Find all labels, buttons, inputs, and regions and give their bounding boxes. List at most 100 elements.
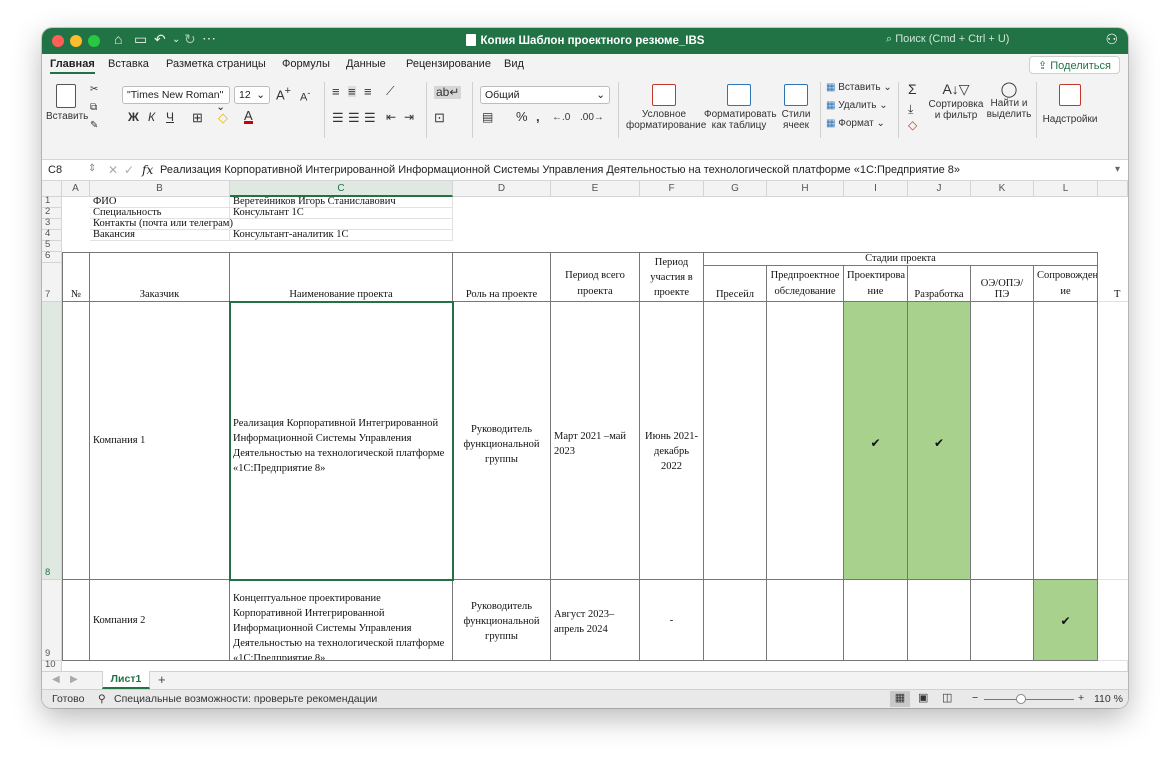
header-stages-cell[interactable]: Стадии проекта [704,252,1098,266]
account-icon[interactable]: ⚇ [1105,31,1118,48]
tab-page-layout[interactable]: Разметка страницы [166,58,266,70]
column-header-m[interactable] [1098,181,1128,197]
row-header-9[interactable]: 9 [42,580,62,661]
insert-cells-button[interactable]: ▦ Вставить ⌄ [826,82,892,93]
addins-button[interactable]: Надстройки [1040,84,1100,125]
comma-icon[interactable]: , [536,110,540,123]
font-color-icon[interactable]: A [244,109,253,124]
column-header-e[interactable]: E [551,181,640,197]
vacancy-value-cell[interactable]: Консультант-аналитик 1С [230,230,453,241]
header-design-cell[interactable]: Проектирова ние [844,266,908,302]
project-1-role-cell[interactable]: Руководитель функциональной группы [453,302,551,580]
project-1-oe-cell[interactable] [971,302,1034,580]
bold-button[interactable]: Ж [128,111,139,123]
header-oe-cell[interactable]: ОЭ/ОПЭ/ПЭ [971,266,1034,302]
row-header-6[interactable]: 6 [42,250,62,263]
zoom-slider-track[interactable] [984,699,1074,700]
decrease-indent-icon[interactable]: ⇤ [386,111,396,123]
accessibility-icon[interactable]: ⚲ [98,693,106,705]
name-box[interactable]: C8 [48,164,62,176]
project-2-role-cell[interactable]: Руководитель функциональной группы [453,580,551,661]
autosum-icon[interactable]: Σ [908,82,917,96]
conditional-formatting-button[interactable]: Условное форматирование [626,84,706,131]
column-header-k[interactable]: K [971,181,1034,197]
function-icon[interactable]: fx [142,163,153,177]
copy-icon[interactable]: ⧉ [90,102,97,113]
zoom-in-button[interactable]: + [1078,692,1084,704]
vacancy-label-cell[interactable]: Вакансия [90,230,230,241]
increase-decimal-icon[interactable]: ←.0 [552,112,570,123]
header-next-cell[interactable]: Т [1098,266,1128,302]
header-period-total-cell[interactable]: Период всего проекта [551,252,640,302]
contacts-label-cell[interactable]: Контакты (почта или телеграм) [90,218,233,230]
align-center-icon[interactable]: ☰ [348,111,360,124]
project-1-design-cell[interactable]: ✔ [844,302,908,580]
underline-button[interactable]: Ч [166,111,174,123]
format-cells-button[interactable]: ▦ Формат ⌄ [826,118,885,129]
project-1-period-total-cell[interactable]: Март 2021 –май 2023 [551,302,640,580]
find-select-button[interactable]: ◯ Найти и выделить [984,82,1034,120]
project-2-period-part-cell[interactable]: - [640,580,704,661]
header-development-cell[interactable]: Разработка [908,266,971,302]
increase-indent-icon[interactable]: ⇥ [404,111,414,123]
scroll-right-icon[interactable]: ▶ [70,674,78,685]
fill-icon[interactable]: ⤓ [908,103,913,115]
cell-styles-button[interactable]: Стили ячеек [776,84,816,131]
project-1-preproject-cell[interactable] [767,302,844,580]
column-header-b[interactable]: B [90,181,230,197]
project-2-presale-cell[interactable] [704,580,767,661]
header-preproject-cell[interactable]: Предпроектное обследование [767,266,844,302]
header-customer-cell[interactable]: Заказчик [90,252,230,302]
zoom-slider-handle[interactable] [1016,694,1026,704]
align-middle-icon[interactable]: ≡ [348,85,356,98]
font-name-select[interactable]: "Times New Roman" ⌄ [122,86,230,113]
project-1-period-part-cell[interactable]: Июнь 2021- декабрь 2022 [640,302,704,580]
project-2-period-total-cell[interactable]: Август 2023–апрель 2024 [551,580,640,661]
italic-button[interactable]: К [148,111,155,123]
format-as-table-button[interactable]: Форматировать как таблицу [704,84,777,131]
orientation-icon[interactable]: ⟋ [386,85,394,97]
row-header-7[interactable]: 7 [42,263,62,302]
header-role-cell[interactable]: Роль на проекте [453,252,551,302]
project-1-name-cell[interactable]: Реализация Корпоративной Интегрированной… [229,301,454,581]
header-project-cell[interactable]: Наименование проекта [230,252,453,302]
project-2-development-cell[interactable] [908,580,971,661]
project-2-customer-cell[interactable]: Компания 2 [90,580,230,661]
decrease-font-icon[interactable]: A- [300,88,310,104]
search-box[interactable]: ⌕ Поиск (Cmd + Ctrl + U) [886,33,1046,49]
currency-icon[interactable]: ▤ [482,111,493,123]
sheet-tab-list1[interactable]: Лист1 [102,671,150,689]
project-2-num-cell[interactable] [62,580,90,661]
column-header-c[interactable]: C [230,181,453,197]
name-box-stepper-icon[interactable]: ⇕ [88,163,96,174]
project-1-presale-cell[interactable] [704,302,767,580]
share-button[interactable]: ⇪ Поделиться [1028,56,1120,74]
expand-formula-icon[interactable]: ▾ [1115,164,1120,175]
header-support-cell[interactable]: Сопровожден ие [1034,266,1098,302]
empty-row-10[interactable] [62,661,1128,671]
delete-cells-button[interactable]: ▦ Удалить ⌄ [826,100,888,111]
column-header-h[interactable]: H [767,181,844,197]
scroll-left-icon[interactable]: ◀ [52,674,60,685]
project-2-preproject-cell[interactable] [767,580,844,661]
project-2-design-cell[interactable] [844,580,908,661]
project-2-oe-cell[interactable] [971,580,1034,661]
confirm-icon[interactable]: ✓ [124,163,134,177]
zoom-level[interactable]: 110 % [1094,693,1123,705]
contacts-value-cell[interactable] [230,219,453,230]
cancel-icon[interactable]: ✕ [108,163,118,177]
percent-button[interactable]: % [516,110,528,123]
project-1-next-cell[interactable] [1098,302,1128,580]
column-header-d[interactable]: D [453,181,551,197]
tab-home[interactable]: Главная [50,58,95,74]
paste-button[interactable]: Вставить [46,84,88,122]
spec-value-cell[interactable]: Консультант 1С [230,208,453,219]
add-sheet-button[interactable]: + [158,672,166,687]
sort-filter-button[interactable]: A↓▽ Сортировка и фильтр [926,82,986,121]
fio-label-cell[interactable]: ФИО [90,197,230,208]
project-2-name-cell[interactable]: Концептуальное проектирование Корпоратив… [230,580,453,661]
font-size-select[interactable]: 12 ⌄ [234,86,270,104]
zoom-out-button[interactable]: − [972,692,978,704]
column-header-g[interactable]: G [704,181,767,197]
fill-color-icon[interactable]: ◇ [218,111,228,124]
